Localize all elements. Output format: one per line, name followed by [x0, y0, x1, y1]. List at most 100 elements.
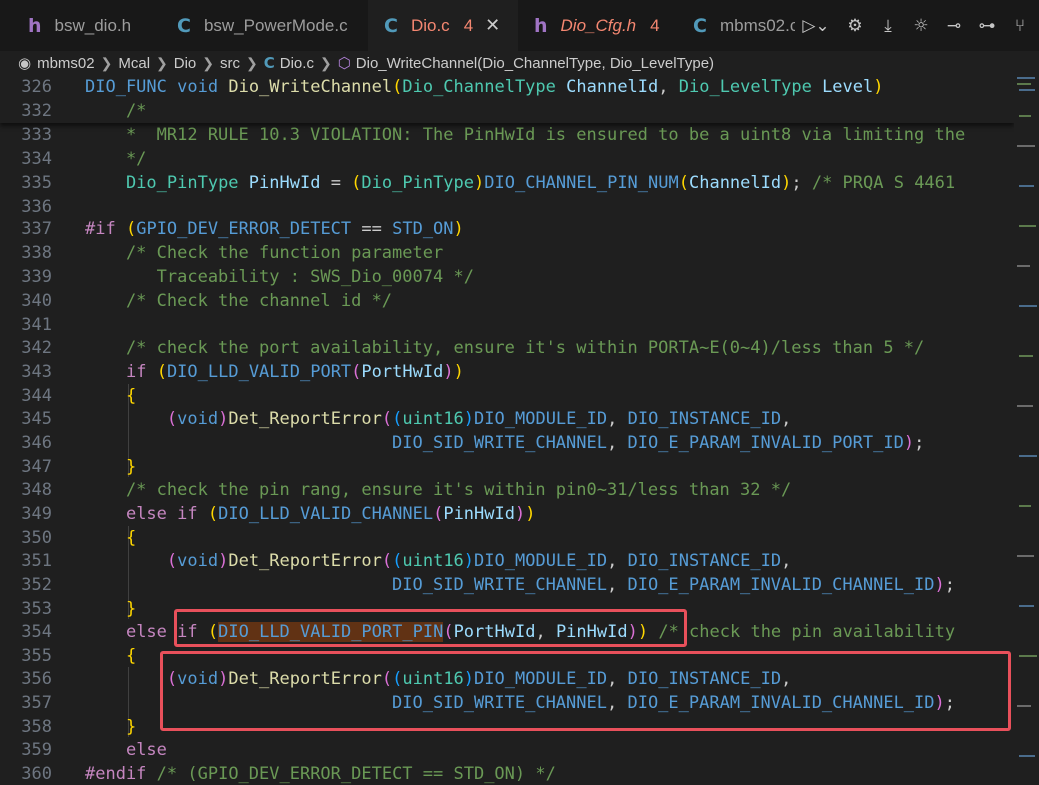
- code-line: }: [125, 599, 137, 619]
- minimap-line: [1017, 555, 1034, 557]
- line-number: 341: [21, 315, 52, 335]
- gear-icon[interactable]: ⚙: [844, 16, 866, 36]
- tab-bsw-dio-h[interactable]: h bsw_dio.h: [0, 0, 157, 51]
- tab-mbms02-c[interactable]: C mbms02.c: [675, 0, 795, 51]
- c-source-file-icon: C: [263, 54, 275, 72]
- breadcrumb-symbol[interactable]: Dio_WriteChannel(Dio_ChannelType, Dio_Le…: [356, 55, 714, 72]
- function-symbol-icon: ⬡: [337, 54, 351, 72]
- code-line: {: [125, 646, 137, 666]
- code-line: {: [125, 528, 137, 548]
- line-number: 332: [21, 101, 52, 121]
- debug-icon[interactable]: ☼: [910, 16, 932, 36]
- c-source-file-icon: C: [384, 14, 398, 37]
- line-number: 352: [21, 575, 52, 595]
- close-icon[interactable]: ✕: [485, 15, 500, 36]
- code-line: #endif /* (GPIO_DEV_ERROR_DETECT == STD_…: [85, 764, 556, 784]
- minimap-line: [1017, 705, 1031, 707]
- go-back-icon[interactable]: ⊸: [943, 16, 965, 36]
- line-number: 358: [21, 717, 52, 737]
- c-header-file-icon: h: [534, 14, 548, 37]
- line-number: 344: [21, 386, 52, 406]
- minimap-line: [1019, 505, 1031, 507]
- code-line: {: [125, 386, 137, 406]
- tab-dio-c[interactable]: C Dio.c 4 ✕: [368, 0, 518, 51]
- line-number: 354: [21, 622, 52, 642]
- line-number: 356: [21, 669, 52, 689]
- tab-dio-cfg-h[interactable]: h Dio_Cfg.h 4: [518, 0, 675, 51]
- minimap-line: [1019, 755, 1035, 757]
- minimap-line: [1019, 655, 1037, 657]
- chevron-right-icon: ❯: [246, 54, 258, 71]
- line-number: 334: [21, 149, 52, 169]
- line-number: 337: [21, 219, 52, 239]
- breadcrumb-item[interactable]: Mcal: [118, 55, 150, 72]
- tab-label: mbms02.c: [719, 15, 795, 35]
- c-source-file-icon: C: [177, 14, 191, 37]
- tab-bar: h bsw_dio.h C bsw_PowerMode.c C Dio.c 4 …: [0, 0, 1039, 51]
- go-forward-icon[interactable]: ⊶: [976, 16, 998, 36]
- line-number: 348: [21, 480, 52, 500]
- line-number: 347: [21, 457, 52, 477]
- code-line: /* Check the function parameter: [85, 243, 444, 263]
- minimap-line: [1019, 455, 1037, 457]
- download-icon[interactable]: ⤓: [877, 16, 899, 36]
- source-control-icon[interactable]: ⑂: [1009, 16, 1031, 36]
- c-header-file-icon: h: [28, 14, 42, 37]
- minimap-line: [1019, 89, 1035, 91]
- code-line: Dio_PinType PinHwId = (Dio_PinType)DIO_C…: [125, 173, 956, 193]
- line-number: 343: [21, 362, 52, 382]
- minimap-line: [1019, 605, 1034, 607]
- line-number: 349: [21, 504, 52, 524]
- chevron-right-icon: ❯: [202, 54, 215, 71]
- minimap[interactable]: [1014, 75, 1039, 785]
- minimap-line: [1019, 305, 1037, 307]
- code-line: }: [125, 457, 137, 477]
- highlight-box-error-call: [160, 651, 1011, 731]
- line-number: 336: [21, 197, 52, 217]
- chevron-right-icon: ❯: [156, 54, 168, 71]
- run-debug-icon[interactable]: ▷⌄: [799, 16, 833, 36]
- chevron-right-icon: ❯: [100, 54, 113, 71]
- tab-label: bsw_dio.h: [54, 15, 132, 35]
- minimap-line: [1019, 225, 1036, 227]
- code-line: * MR12 RULE 10.3 VIOLATION: The PinHwId …: [85, 125, 966, 145]
- minimap-line: [1019, 355, 1033, 357]
- minimap-line: [1019, 185, 1034, 187]
- line-number: 351: [21, 551, 52, 571]
- code-line: /* Check the channel id */: [85, 291, 393, 311]
- minimap-line: [1017, 265, 1030, 267]
- code-line: DIO_SID_WRITE_CHANNEL, DIO_E_PARAM_INVAL…: [392, 433, 925, 453]
- code-line: (void)Det_ReportError((uint16)DIO_MODULE…: [166, 551, 792, 571]
- tab-label: Dio_Cfg.h: [560, 15, 637, 35]
- code-editor[interactable]: 326 DIO_FUNC void Dio_WriteChannel(Dio_C…: [0, 75, 1014, 785]
- breadcrumb-item[interactable]: Dio.c: [280, 55, 314, 72]
- code-line: DIO_SID_WRITE_CHANNEL, DIO_E_PARAM_INVAL…: [392, 575, 956, 595]
- tab-label: Dio.c: [410, 15, 450, 35]
- line-number: 357: [21, 693, 52, 713]
- tab-bsw-powermode-c[interactable]: C bsw_PowerMode.c: [157, 0, 368, 51]
- breadcrumb-root[interactable]: mbms02: [37, 55, 95, 72]
- code-line: */: [85, 149, 147, 169]
- c-source-file-icon: C: [693, 14, 707, 37]
- highlight-box-condition: [174, 609, 687, 647]
- tab-label: bsw_PowerMode.c: [203, 15, 348, 35]
- line-number: 355: [21, 646, 52, 666]
- line-number: 359: [21, 740, 52, 760]
- line-number: 339: [21, 267, 52, 287]
- breadcrumb: ◉ mbms02 ❯ Mcal ❯ Dio ❯ src ❯ C Dio.c ❯ …: [0, 51, 1039, 75]
- breadcrumb-item[interactable]: src: [220, 55, 240, 72]
- code-line: else: [125, 740, 167, 760]
- sticky-scroll-header[interactable]: 326 DIO_FUNC void Dio_WriteChannel(Dio_C…: [0, 75, 1014, 123]
- code-line: }: [125, 717, 137, 737]
- minimap-line: [1017, 77, 1035, 79]
- code-line: /*: [85, 101, 147, 121]
- code-line: DIO_FUNC void Dio_WriteChannel(Dio_Chann…: [85, 77, 884, 97]
- code-line: /* check the port availability, ensure i…: [85, 338, 925, 358]
- line-number: 338: [21, 243, 52, 263]
- line-number: 353: [21, 599, 52, 619]
- line-number: 326: [21, 77, 52, 97]
- line-number: 345: [21, 409, 52, 429]
- code-line: #if (GPIO_DEV_ERROR_DETECT == STD_ON): [85, 219, 464, 239]
- breadcrumb-item[interactable]: Dio: [174, 55, 197, 72]
- code-line: Traceability : SWS_Dio_00074 */: [85, 267, 474, 287]
